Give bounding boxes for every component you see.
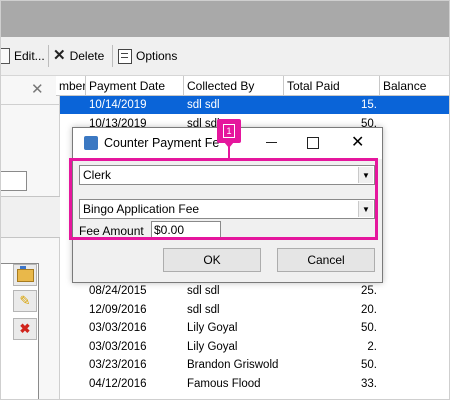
options-button[interactable]: Options [118,46,177,66]
payment-date-cell: 08/24/2015 [89,285,147,297]
table-row[interactable] [60,394,449,399]
total-paid-cell: 15. [361,99,377,111]
collected-by-cell: Lily Goyal [187,322,238,335]
table-row[interactable]: 03/03/2016 Lily Goyal 50. [60,319,449,337]
app-window: Edit... ✕ Delete Options ✕ ✎ ✖ mber Paym… [0,0,450,400]
toolbar: Edit... ✕ Delete Options [1,37,449,76]
app-icon [84,136,98,150]
total-paid-cell [284,394,377,399]
total-paid-cell: 50. [361,359,377,372]
delete-button[interactable]: ✕ Delete [53,46,104,66]
collected-by-cell: sdl sdl [187,285,220,297]
table-row[interactable]: 08/24/2015 sdl sdl 25. [60,282,449,300]
total-paid-cell: 50. [361,322,377,335]
panel-section-box [1,196,61,238]
toolbar-separator [112,45,113,67]
column-header[interactable]: Collected By [184,76,284,96]
panel-input[interactable] [1,171,27,191]
edit-note-button[interactable]: ✎ [13,290,37,312]
total-paid-cell: 20. [361,303,377,316]
payment-date-cell: 03/23/2016 [89,359,147,372]
payment-date-cell [89,394,183,399]
edit-button[interactable]: Edit... [1,46,45,66]
collected-by-cell: Famous Flood [187,378,261,390]
maximize-icon[interactable] [307,137,319,149]
ok-label: OK [203,253,221,267]
column-header[interactable]: Payment Date [86,76,184,96]
close-icon[interactable]: ✕ [351,132,364,152]
payment-date-cell: 10/14/2019 [89,99,147,111]
window-titlebar [1,1,449,37]
table-row[interactable]: 03/23/2016 Brandon Griswold 50. [60,356,449,374]
badge-pointer-line [228,147,230,158]
column-header[interactable]: mber [56,76,86,96]
badge-inner-box: 1 [223,124,235,138]
side-panel: ✕ ✎ ✖ [1,76,61,399]
column-header[interactable]: Total Paid [284,76,380,96]
table-row[interactable]: 10/14/2019 sdl sdl 15. [60,96,449,114]
step-badge: 1 [217,119,241,143]
payment-date-cell: 12/09/2016 [89,303,147,316]
total-paid-cell: 25. [361,285,377,297]
cancel-button[interactable]: Cancel [277,248,375,272]
close-icon[interactable]: ✕ [31,80,44,98]
collected-by-cell: sdl sdl [187,99,220,111]
collected-by-cell: sdl sdl [187,303,220,316]
table-row[interactable]: 03/03/2016 Lily Goyal 2. [60,338,449,356]
column-header[interactable]: Balance [380,76,449,96]
highlight-box [69,158,378,240]
total-paid-cell: 2. [367,340,377,353]
folder-icon [16,265,34,282]
cancel-label: Cancel [307,253,345,267]
options-label: Options [136,49,178,63]
collected-by-cell [187,394,283,399]
table-row[interactable]: 12/09/2016 sdl sdl 20. [60,301,449,319]
red-x-icon: ✖ [19,321,31,336]
options-icon [118,48,132,64]
pencil-icon: ✎ [19,293,31,308]
remove-button[interactable]: ✖ [13,318,37,340]
edit-icon [1,48,10,64]
dialog-title: Counter Payment Fe [104,136,220,150]
delete-icon: ✕ [53,47,66,64]
payment-date-cell: 03/03/2016 [89,322,147,335]
table-row[interactable]: 04/12/2016 Famous Flood 33. [60,375,449,393]
edit-label: Edit... [14,49,45,63]
minimize-icon[interactable] [266,142,277,143]
payment-date-cell: 03/03/2016 [89,340,147,353]
toolbar-separator [48,45,49,67]
total-paid-cell: 33. [361,378,377,390]
panel-divider [1,104,59,105]
delete-label: Delete [69,49,105,63]
collected-by-cell: Brandon Griswold [187,359,279,372]
ok-button[interactable]: OK [163,248,261,272]
open-folder-button[interactable] [13,264,37,286]
collected-by-cell: Lily Goyal [187,340,238,353]
payment-date-cell: 04/12/2016 [89,378,147,390]
